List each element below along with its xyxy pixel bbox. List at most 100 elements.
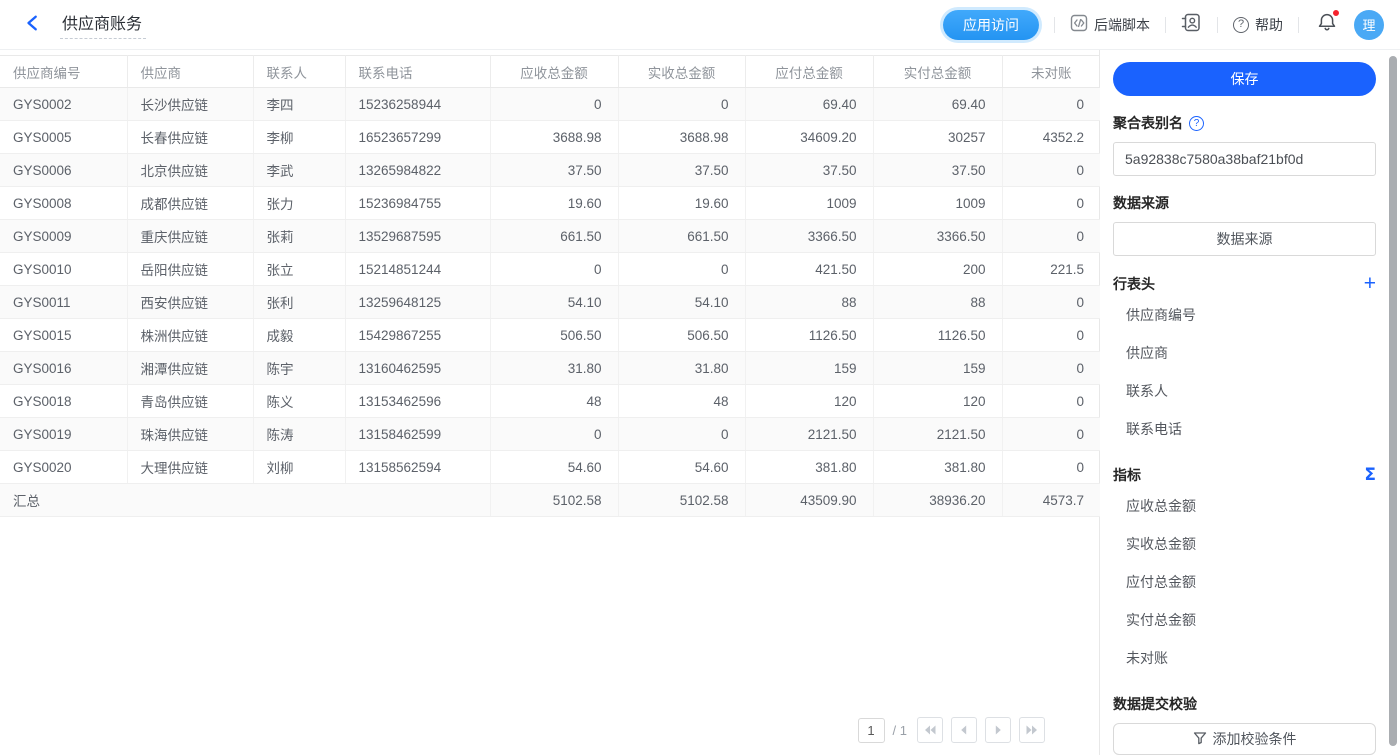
cell: 张力 [253, 187, 345, 220]
cell: 381.80 [873, 451, 1002, 484]
cell: GYS0011 [0, 286, 127, 319]
cell: 0 [1002, 352, 1100, 385]
sigma-icon[interactable]: Σ [1364, 467, 1376, 484]
table-body: GYS0002长沙供应链李四152362589440069.4069.400GY… [0, 88, 1100, 484]
cell: 54.10 [490, 286, 618, 319]
column-header: 供应商 [127, 56, 253, 88]
contacts-button[interactable] [1181, 12, 1202, 38]
divider [1165, 17, 1166, 33]
metrics-label: 指标 [1113, 465, 1141, 485]
column-header: 供应商编号 [0, 56, 127, 88]
cell: GYS0018 [0, 385, 127, 418]
table-row: GYS0019珠海供应链陈涛13158462599002121.502121.5… [0, 418, 1100, 451]
column-header: 实付总金额 [873, 56, 1002, 88]
row-header-item[interactable]: 联系电话 [1113, 410, 1376, 448]
cell: 0 [618, 253, 745, 286]
cell: 成毅 [253, 319, 345, 352]
suppliers-table: 供应商编号供应商联系人联系电话应收总金额实收总金额应付总金额实付总金额未对账 G… [0, 55, 1100, 517]
cell: 3688.98 [490, 121, 618, 154]
cell: 54.60 [618, 451, 745, 484]
cell: GYS0005 [0, 121, 127, 154]
first-page-button[interactable] [917, 717, 943, 743]
row-header-label: 行表头 [1113, 274, 1155, 294]
notification-badge [1332, 9, 1340, 17]
topbar: 供应商账务 应用访问 后端脚本 ? 帮助 理 [0, 0, 1400, 50]
avatar[interactable]: 理 [1354, 10, 1384, 40]
metric-item[interactable]: 实收总金额 [1113, 525, 1376, 563]
cell: 2121.50 [873, 418, 1002, 451]
table-row: GYS0009重庆供应链张莉13529687595661.50661.50336… [0, 220, 1100, 253]
add-validation-label: 添加校验条件 [1213, 729, 1297, 749]
column-header: 应付总金额 [745, 56, 873, 88]
cell: 株洲供应链 [127, 319, 253, 352]
row-header-item[interactable]: 联系人 [1113, 372, 1376, 410]
cell: 0 [618, 88, 745, 121]
cell: 3688.98 [618, 121, 745, 154]
cell: 661.50 [618, 220, 745, 253]
summary-row: 汇总 5102.58 5102.58 43509.90 38936.20 457… [0, 484, 1100, 517]
notifications-button[interactable] [1316, 11, 1338, 38]
metric-item[interactable]: 未对账 [1113, 639, 1376, 677]
alias-help-icon[interactable]: ? [1189, 116, 1204, 131]
cell: 0 [618, 418, 745, 451]
help-button[interactable]: ? 帮助 [1233, 15, 1283, 35]
cell: 200 [873, 253, 1002, 286]
table-panel: 供应商编号供应商联系人联系电话应收总金额实收总金额应付总金额实付总金额未对账 G… [0, 50, 1100, 755]
datasource-button[interactable]: 数据来源 [1113, 222, 1376, 256]
double-chevron-left-icon [923, 723, 937, 737]
cell: 2121.50 [745, 418, 873, 451]
cell: GYS0016 [0, 352, 127, 385]
app-access-button[interactable]: 应用访问 [943, 10, 1039, 40]
cell: 381.80 [745, 451, 873, 484]
back-button[interactable] [22, 12, 44, 37]
cell: GYS0015 [0, 319, 127, 352]
backend-script-label: 后端脚本 [1094, 15, 1150, 35]
summary-cell: 5102.58 [490, 484, 618, 517]
summary-cell: 4573.7 [1002, 484, 1100, 517]
cell: 13158462599 [345, 418, 490, 451]
divider [1298, 17, 1299, 33]
next-page-button[interactable] [985, 717, 1011, 743]
metric-item[interactable]: 应收总金额 [1113, 487, 1376, 525]
cell: 0 [1002, 451, 1100, 484]
cell: 长春供应链 [127, 121, 253, 154]
alias-input[interactable] [1113, 142, 1376, 176]
cell: 4352.2 [1002, 121, 1100, 154]
add-row-header-icon[interactable]: + [1364, 273, 1376, 294]
code-icon [1070, 14, 1088, 35]
cell: 成都供应链 [127, 187, 253, 220]
table-row: GYS0008成都供应链张力1523698475519.6019.6010091… [0, 187, 1100, 220]
last-page-button[interactable] [1019, 717, 1045, 743]
page-number-input[interactable] [858, 718, 885, 743]
metric-item[interactable]: 实付总金额 [1113, 601, 1376, 639]
cell: 13160462595 [345, 352, 490, 385]
metrics-list: 应收总金额实收总金额应付总金额实付总金额未对账 [1113, 487, 1376, 677]
chevron-left-icon [24, 14, 42, 35]
metric-item[interactable]: 应付总金额 [1113, 563, 1376, 601]
config-sidebar: 保存 聚合表别名 ? 数据来源 数据来源 行表头 + 供应商编号供应商联系人联系… [1100, 50, 1400, 755]
row-header-item[interactable]: 供应商 [1113, 334, 1376, 372]
cell: GYS0020 [0, 451, 127, 484]
cell: GYS0008 [0, 187, 127, 220]
row-header-item[interactable]: 供应商编号 [1113, 296, 1376, 334]
column-header: 应收总金额 [490, 56, 618, 88]
sidebar-scrollbar[interactable] [1389, 56, 1397, 746]
backend-script-button[interactable]: 后端脚本 [1070, 14, 1150, 35]
page-total-label: / 1 [893, 723, 907, 738]
cell: 120 [873, 385, 1002, 418]
cell: 3366.50 [745, 220, 873, 253]
page-title[interactable]: 供应商账务 [60, 10, 146, 39]
save-button[interactable]: 保存 [1113, 62, 1376, 96]
cell: 37.50 [873, 154, 1002, 187]
table-row: GYS0002长沙供应链李四152362589440069.4069.400 [0, 88, 1100, 121]
cell: 陈义 [253, 385, 345, 418]
cell: 张立 [253, 253, 345, 286]
metrics-section: 指标 Σ [1113, 465, 1376, 485]
cell: 48 [618, 385, 745, 418]
add-validation-button[interactable]: 添加校验条件 [1113, 723, 1376, 755]
cell: GYS0009 [0, 220, 127, 253]
help-label: 帮助 [1255, 15, 1283, 35]
cell: 陈涛 [253, 418, 345, 451]
cell: 506.50 [490, 319, 618, 352]
prev-page-button[interactable] [951, 717, 977, 743]
